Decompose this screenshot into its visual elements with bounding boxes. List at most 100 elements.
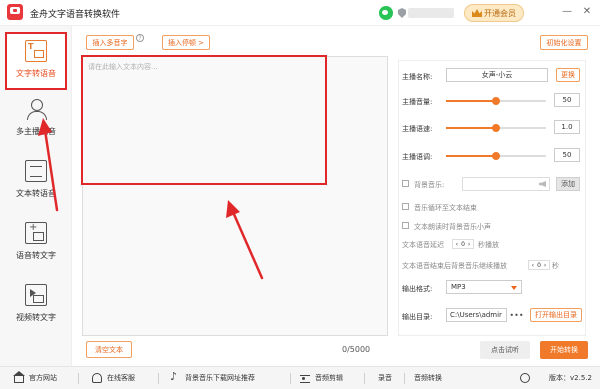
chevron-right-icon[interactable]: › bbox=[468, 241, 470, 248]
start-convert-button[interactable]: 开始转换 bbox=[540, 341, 588, 359]
footer-item-label: 背景音乐下载网址推荐 bbox=[185, 374, 255, 382]
chevron-right-icon[interactable]: › bbox=[544, 262, 546, 269]
footer-bgm-download[interactable]: 背景音乐下载网址推荐 bbox=[170, 370, 255, 383]
volume-slider-fill bbox=[446, 100, 496, 102]
dir-label: 输出目录: bbox=[402, 313, 433, 321]
footer-settings[interactable] bbox=[520, 373, 530, 383]
delay-suffix-label: 秒播放 bbox=[478, 241, 499, 249]
headset-icon bbox=[92, 373, 102, 383]
browse-button[interactable]: ••• bbox=[506, 308, 526, 322]
delay-value: 0 bbox=[461, 240, 465, 248]
loop-music-checkbox[interactable] bbox=[402, 203, 409, 210]
footer-divider bbox=[364, 373, 365, 384]
version-label: 版本：v2.5.2 bbox=[549, 374, 592, 382]
pitch-slider[interactable] bbox=[446, 152, 546, 160]
footer-item-label: 音频剪辑 bbox=[315, 374, 343, 382]
volume-value-input[interactable]: 50 bbox=[554, 93, 580, 107]
app-title: 金舟文字语音转换软件 bbox=[30, 10, 121, 20]
clear-text-button[interactable]: 清空文本 bbox=[86, 341, 132, 358]
sidebar-item-label: 多主播配音 bbox=[16, 127, 56, 136]
preview-button[interactable]: 点击试听 bbox=[480, 341, 530, 359]
audio-file-icon bbox=[25, 222, 47, 244]
character-counter: 0/5000 bbox=[342, 345, 371, 354]
sidebar-item-speech-to-text[interactable]: 语音转文字 bbox=[0, 216, 72, 274]
speed-slider-fill bbox=[446, 127, 496, 129]
insert-polyphone-button[interactable]: 插入多音字 bbox=[86, 35, 134, 50]
close-icon[interactable]: ✕ bbox=[580, 5, 594, 19]
vip-button[interactable]: 开通会员 bbox=[464, 4, 524, 22]
pitch-label: 主播语调: bbox=[402, 153, 433, 161]
sidebar-item-label: 文本转语音 bbox=[16, 189, 56, 198]
speed-slider[interactable] bbox=[446, 124, 546, 132]
change-anchor-button[interactable]: 更换 bbox=[556, 68, 580, 82]
sidebar-item-multi-anchor[interactable]: 多主播配音 bbox=[0, 92, 72, 150]
sidebar-item-label: 文字转语音 bbox=[16, 69, 56, 78]
caret-down-icon bbox=[511, 286, 517, 290]
pitch-slider-thumb[interactable] bbox=[492, 152, 500, 160]
video-file-icon bbox=[25, 284, 47, 306]
speed-value-input[interactable]: 1.0 bbox=[554, 120, 580, 134]
after-suffix-label: 秒 bbox=[552, 262, 559, 270]
lower-music-checkbox[interactable] bbox=[402, 222, 409, 229]
delay-stepper[interactable]: ‹ 0 › bbox=[452, 239, 474, 249]
volume-slider-thumb[interactable] bbox=[492, 97, 500, 105]
music-note-icon bbox=[170, 370, 180, 383]
sidebar-item-text-to-speech[interactable]: 文字转语音 bbox=[5, 32, 67, 90]
footer-divider bbox=[404, 373, 405, 384]
footer-divider bbox=[78, 373, 79, 384]
after-stepper[interactable]: ‹ 0 › bbox=[528, 260, 550, 270]
volume-slider[interactable] bbox=[446, 97, 546, 105]
chevron-left-icon[interactable]: ‹ bbox=[456, 241, 458, 248]
help-icon[interactable]: ? bbox=[136, 34, 144, 42]
anchor-name-field: 女声-小云 bbox=[446, 68, 548, 82]
wechat-icon[interactable] bbox=[379, 6, 393, 20]
text-to-speech-icon bbox=[25, 40, 47, 62]
home-icon bbox=[14, 376, 24, 383]
person-icon bbox=[25, 98, 47, 120]
footer-record[interactable]: 录音 bbox=[378, 373, 392, 383]
sidebar: 文字转语音 多主播配音 文本转语音 语音转文字 视频转文字 bbox=[0, 26, 72, 366]
lower-music-label: 文本朗读时背景音乐小声 bbox=[414, 223, 491, 231]
sidebar-item-file-to-speech[interactable]: 文本转语音 bbox=[0, 154, 72, 212]
highlight-box bbox=[81, 55, 327, 185]
delay-prefix-label: 文本语音延迟 bbox=[402, 241, 444, 249]
footer-item-label: 录音 bbox=[378, 374, 392, 382]
footer-divider bbox=[290, 373, 291, 384]
format-label: 输出格式: bbox=[402, 285, 433, 293]
speed-label: 主播语速: bbox=[402, 125, 433, 133]
sidebar-item-label: 语音转文字 bbox=[16, 251, 56, 260]
footer-official-site[interactable]: 官方网站 bbox=[14, 373, 57, 383]
volume-label: 主播音量: bbox=[402, 98, 433, 106]
insert-pause-button[interactable]: 插入停顿 > bbox=[162, 35, 210, 50]
footer-item-label: 官方网站 bbox=[29, 374, 57, 382]
sidebar-item-label: 视频转文字 bbox=[16, 313, 56, 322]
pitch-slider-fill bbox=[446, 155, 496, 157]
after-prefix-label: 文本语音结束后背景音乐继续播放 bbox=[402, 262, 507, 270]
text-file-icon bbox=[25, 160, 47, 182]
loop-music-label: 音乐循环至文本结束 bbox=[414, 204, 477, 212]
minimize-icon[interactable]: — bbox=[560, 5, 574, 19]
footer-online-service[interactable]: 在线客服 bbox=[92, 373, 135, 383]
bgm-file-field[interactable] bbox=[462, 177, 550, 191]
sidebar-item-video-to-text[interactable]: 视频转文字 bbox=[0, 278, 72, 336]
footer-audio-edit[interactable]: 音频剪辑 bbox=[300, 373, 343, 383]
footer-divider bbox=[158, 373, 159, 384]
bgm-checkbox[interactable] bbox=[402, 180, 409, 187]
open-output-dir-button[interactable]: 打开输出目录 bbox=[530, 308, 582, 322]
format-value: MP3 bbox=[451, 283, 466, 291]
title-bar: 金舟文字语音转换软件 开通会员 — ✕ bbox=[0, 0, 600, 26]
pitch-value-input[interactable]: 50 bbox=[554, 148, 580, 162]
add-bgm-button[interactable]: 添加 bbox=[556, 177, 580, 191]
shield-icon bbox=[398, 8, 406, 18]
user-account[interactable] bbox=[408, 8, 454, 18]
settings-icon bbox=[520, 373, 530, 383]
bgm-label: 背景音乐: bbox=[414, 181, 445, 189]
audio-edit-icon bbox=[300, 374, 310, 383]
speed-slider-thumb[interactable] bbox=[492, 124, 500, 132]
footer-audio-convert[interactable]: 音频转换 bbox=[414, 373, 442, 383]
vip-label: 开通会员 bbox=[484, 8, 516, 18]
footer-item-label: 在线客服 bbox=[107, 374, 135, 382]
init-settings-button[interactable]: 初始化设置 bbox=[540, 35, 588, 50]
format-select[interactable]: MP3 bbox=[446, 280, 522, 294]
chevron-left-icon[interactable]: ‹ bbox=[532, 262, 534, 269]
